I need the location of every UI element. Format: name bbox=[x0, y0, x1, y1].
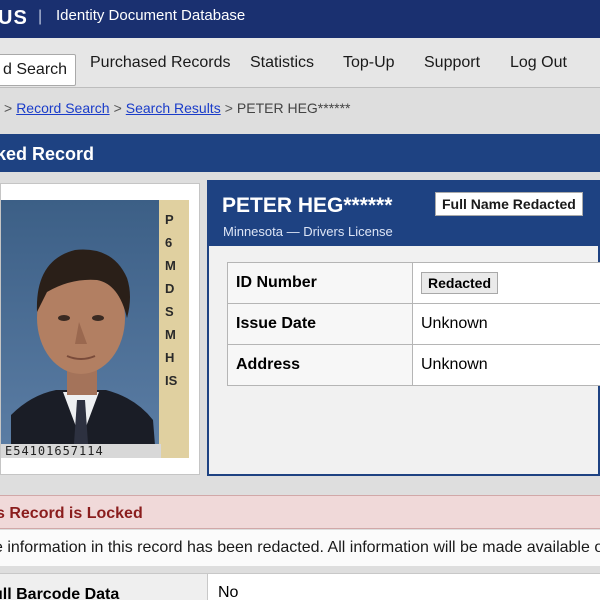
table-row: Issue Date Unknown bbox=[227, 303, 600, 345]
field-label: ID Number bbox=[227, 262, 413, 304]
name-redacted-badge: Full Name Redacted bbox=[435, 192, 583, 216]
id-card-info-strip: P 6 M D S M H IS bbox=[159, 200, 189, 458]
breadcrumb-separator: > bbox=[113, 100, 122, 116]
field-label: Issue Date bbox=[227, 303, 413, 345]
portrait-photo bbox=[11, 249, 156, 458]
app-logo: US bbox=[0, 7, 28, 29]
breadcrumb-separator: > bbox=[4, 100, 13, 116]
id-card-letters: P 6 M D S M H IS bbox=[165, 212, 178, 388]
section-header: ked Record bbox=[0, 134, 600, 172]
tab-record-search[interactable]: d Search bbox=[0, 54, 77, 86]
id-photo-frame: P 6 M D S M H IS E5410165711​4 bbox=[0, 183, 200, 475]
table-row: Address Unknown bbox=[227, 344, 600, 386]
redacted-badge: Redacted bbox=[421, 272, 499, 294]
breadcrumb: > Record Search > Search Results > PETER HEG*… bbox=[0, 100, 350, 116]
tab-purchased-records[interactable]: Purchased Records bbox=[84, 50, 237, 76]
app-header: US | Identity Document Database bbox=[0, 0, 600, 38]
barcode-data-value: No bbox=[218, 584, 239, 600]
tab-top-up[interactable]: Top-Up bbox=[337, 50, 401, 76]
table-row: ID Number Redacted bbox=[227, 262, 600, 304]
id-card-image: P 6 M D S M H IS E5410165711​4 bbox=[1, 200, 189, 458]
breadcrumb-current: PETER HEG****** bbox=[236, 100, 351, 116]
id-card-number: E5410165711​4 bbox=[1, 444, 161, 458]
field-label: ull Barcode Data bbox=[0, 574, 208, 600]
locked-notice-header: s Record is Locked bbox=[0, 495, 600, 529]
record-name: PETER HEG****** bbox=[222, 194, 393, 217]
locked-notice-message: e information in this record has been re… bbox=[0, 539, 600, 556]
header-separator: | bbox=[38, 8, 43, 25]
breadcrumb-search-results[interactable]: Search Results bbox=[126, 100, 221, 116]
main-nav: d Search Purchased Records Statistics To… bbox=[0, 38, 600, 88]
table-row: ull Barcode Data No bbox=[0, 573, 600, 600]
record-panel: PETER HEG****** Full Name Redacted Minne… bbox=[207, 180, 600, 476]
field-value: Unknown bbox=[412, 303, 600, 345]
record-fields-table: ID Number Redacted Issue Date Unknown Ad… bbox=[227, 262, 600, 386]
field-value: Redacted bbox=[412, 262, 600, 304]
breadcrumb-separator: > bbox=[224, 100, 233, 116]
field-label: Address bbox=[227, 344, 413, 386]
barcode-data-label: ull Barcode Data bbox=[0, 586, 120, 600]
locked-notice-body: e information in this record has been re… bbox=[0, 530, 600, 566]
tab-statistics[interactable]: Statistics bbox=[244, 50, 320, 76]
field-value: Unknown bbox=[412, 344, 600, 386]
breadcrumb-record-search[interactable]: Record Search bbox=[16, 100, 109, 116]
locked-notice-title: s Record is Locked bbox=[0, 505, 143, 522]
record-header: PETER HEG****** Full Name Redacted Minne… bbox=[209, 182, 600, 246]
section-title: ked Record bbox=[0, 144, 95, 164]
tab-log-out[interactable]: Log Out bbox=[504, 50, 573, 76]
app-title: Identity Document Database bbox=[56, 7, 246, 24]
tab-support[interactable]: Support bbox=[418, 50, 486, 76]
record-subtitle: Minnesota — Drivers License bbox=[223, 224, 393, 239]
